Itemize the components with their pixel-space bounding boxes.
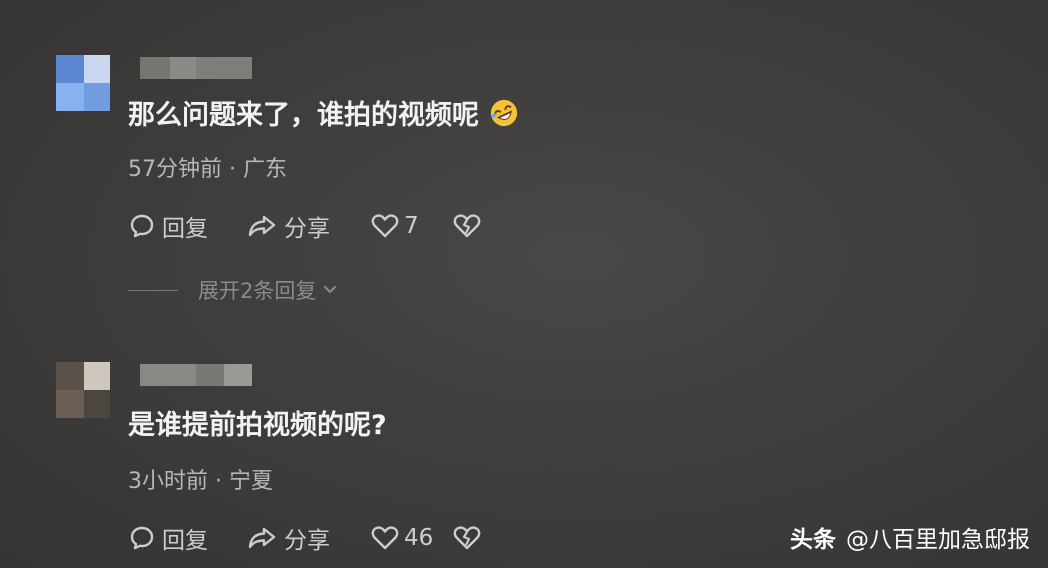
- share-button[interactable]: 分享: [246, 209, 370, 243]
- expand-replies-button[interactable]: 展开2条回复: [128, 277, 338, 303]
- comment-text-content: 那么问题来了，谁拍的视频呢: [128, 100, 479, 131]
- expand-replies-label: 展开2条回复: [198, 279, 317, 303]
- like-button[interactable]: 46: [370, 524, 452, 552]
- share-arrow-icon: [248, 215, 276, 237]
- comment-actions: 回复 分享 7: [128, 209, 482, 243]
- broken-heart-icon: [453, 214, 481, 238]
- comment-text: 那么问题来了，谁拍的视频呢: [128, 93, 519, 132]
- divider-line: [128, 289, 178, 291]
- comment-actions: 回复 分享 46: [128, 521, 482, 555]
- like-count: 46: [404, 525, 434, 551]
- rolling-on-floor-laughing-emoji-icon: [490, 99, 518, 127]
- like-button[interactable]: 7: [370, 212, 452, 240]
- comment-item: 那么问题来了，谁拍的视频呢 57分钟前 · 广东 回复 分享 7 展开2条回复: [0, 55, 1048, 315]
- reply-button[interactable]: 回复: [128, 521, 246, 555]
- reply-label: 回复: [162, 528, 208, 554]
- avatar[interactable]: [56, 55, 110, 111]
- share-label: 分享: [284, 528, 330, 554]
- comment-bubble-icon: [130, 526, 154, 550]
- comment-bubble-icon: [130, 214, 154, 238]
- comment-text: 是谁提前拍视频的呢?: [128, 410, 387, 441]
- heart-icon: [371, 214, 399, 238]
- watermark-brand: 头条: [790, 527, 836, 553]
- share-label: 分享: [284, 216, 330, 242]
- share-button[interactable]: 分享: [246, 521, 370, 555]
- watermark: 头条 @八百里加急邸报: [790, 520, 1030, 554]
- reply-label: 回复: [162, 216, 208, 242]
- comment-meta: 57分钟前 · 广东: [128, 157, 287, 182]
- reply-button[interactable]: 回复: [128, 209, 246, 243]
- heart-icon: [371, 526, 399, 550]
- chevron-down-icon: [324, 286, 337, 294]
- dislike-button[interactable]: [452, 524, 482, 552]
- share-arrow-icon: [248, 527, 276, 549]
- avatar[interactable]: [56, 362, 110, 418]
- watermark-author: @八百里加急邸报: [846, 527, 1030, 553]
- comment-meta: 3小时前 · 宁夏: [128, 469, 273, 494]
- like-count: 7: [404, 213, 419, 239]
- username-blurred[interactable]: [140, 364, 252, 386]
- dislike-button[interactable]: [452, 212, 482, 240]
- broken-heart-icon: [453, 526, 481, 550]
- username-blurred[interactable]: [140, 57, 252, 79]
